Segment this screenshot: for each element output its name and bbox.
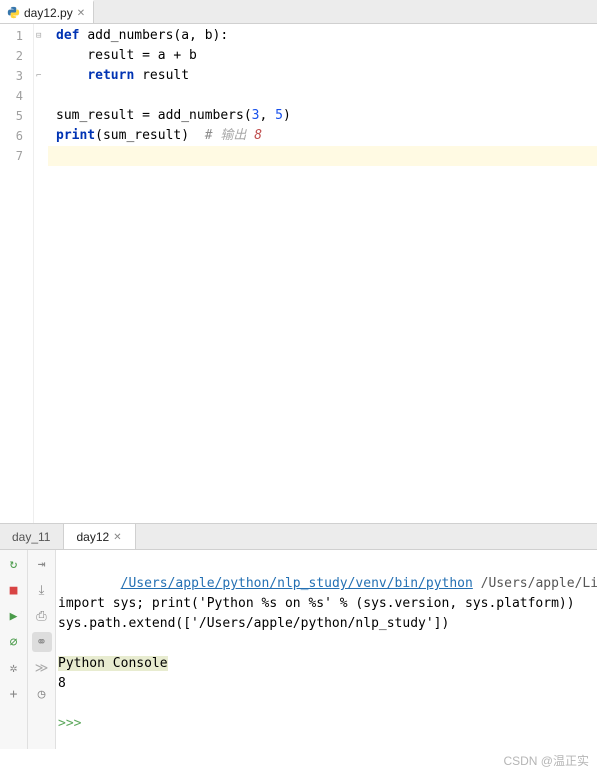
close-icon[interactable]: ✕ (113, 532, 123, 542)
code-line (56, 86, 597, 106)
console-tab-day_11[interactable]: day_11 (0, 524, 63, 549)
run-icon[interactable]: ▶ (4, 606, 24, 626)
scroll-end-icon[interactable]: ⤓ (32, 580, 52, 600)
fold-marker[interactable]: ⊟ (36, 26, 41, 46)
stop-icon[interactable]: ■ (4, 580, 24, 600)
add-icon[interactable]: + (4, 684, 24, 704)
console-panel: day_11day12 ✕ ↻ ■ ▶ ⌀ ✲ + ⇥ ⤓ ⎙ ⚭ ≫ ◷ /Users/apple… (0, 524, 597, 749)
link-icon[interactable]: ⚭ (32, 632, 52, 652)
line-number: 6 (0, 126, 33, 146)
fold-marker[interactable]: ⌐ (36, 66, 41, 86)
code-line: print(sum_result) # 输出 8 (56, 126, 597, 146)
history-icon[interactable]: ◷ (32, 684, 52, 704)
fold-gutter: ⊟⌐ (34, 24, 48, 523)
soft-wrap-icon[interactable]: ⇥ (32, 554, 52, 574)
python-file-icon (6, 6, 20, 20)
code-line: def add_numbers(a, b): (56, 26, 597, 46)
console-output[interactable]: /Users/apple/python/nlp_study/venv/bin/p… (56, 550, 597, 749)
console-line-result: 8 (58, 674, 597, 694)
code-editor[interactable]: 1234567 ⊟⌐ def add_numbers(a, b): result… (0, 24, 597, 524)
print-icon[interactable]: ⎙ (32, 606, 52, 626)
console-line-label: Python Console (58, 654, 597, 674)
prompt-icon[interactable]: ≫ (32, 658, 52, 678)
console-line-path: /Users/apple/python/nlp_study/venv/bin/p… (58, 554, 597, 574)
debug-icon[interactable]: ⌀ (4, 632, 24, 652)
watermark: CSDN @温正实 (503, 752, 589, 769)
interpreter-link[interactable]: /Users/apple/python/nlp_study/venv/bin/p… (121, 576, 473, 591)
line-number: 7 (0, 146, 33, 166)
settings-icon[interactable]: ✲ (4, 658, 24, 678)
editor-tab-label: day12.py (24, 6, 73, 20)
console-toolbar-left: ↻ ■ ▶ ⌀ ✲ + (0, 550, 28, 749)
console-blank (58, 694, 597, 714)
line-number-gutter: 1234567 (0, 24, 34, 523)
code-line: sum_result = add_numbers(3, 5) (56, 106, 597, 126)
console-blank (58, 634, 597, 654)
rerun-icon[interactable]: ↻ (4, 554, 24, 574)
console-line-import: import sys; print('Python %s on %s' % (s… (58, 594, 597, 614)
line-number: 1 (0, 26, 33, 46)
code-line (48, 146, 597, 166)
line-number: 2 (0, 46, 33, 66)
interpreter-rest: /Users/apple/Library/ (473, 576, 597, 591)
editor-tab-day12[interactable]: day12.py ✕ (0, 0, 94, 23)
console-prompt[interactable]: >>> (58, 714, 597, 734)
console-body: ↻ ■ ▶ ⌀ ✲ + ⇥ ⤓ ⎙ ⚭ ≫ ◷ /Users/apple/python/nlp_st… (0, 550, 597, 749)
close-icon[interactable]: ✕ (77, 8, 87, 18)
code-line: result = a + b (56, 46, 597, 66)
console-tab-day12[interactable]: day12 ✕ (63, 524, 136, 549)
console-toolbar-left2: ⇥ ⤓ ⎙ ⚭ ≫ ◷ (28, 550, 56, 749)
line-number: 3 (0, 66, 33, 86)
console-line-syspath: sys.path.extend(['/Users/apple/python/nl… (58, 614, 597, 634)
code-line: return result (56, 66, 597, 86)
code-area[interactable]: def add_numbers(a, b): result = a + b re… (48, 24, 597, 523)
editor-tabbar: day12.py ✕ (0, 0, 597, 24)
console-tabbar: day_11day12 ✕ (0, 524, 597, 550)
line-number: 4 (0, 86, 33, 106)
line-number: 5 (0, 106, 33, 126)
